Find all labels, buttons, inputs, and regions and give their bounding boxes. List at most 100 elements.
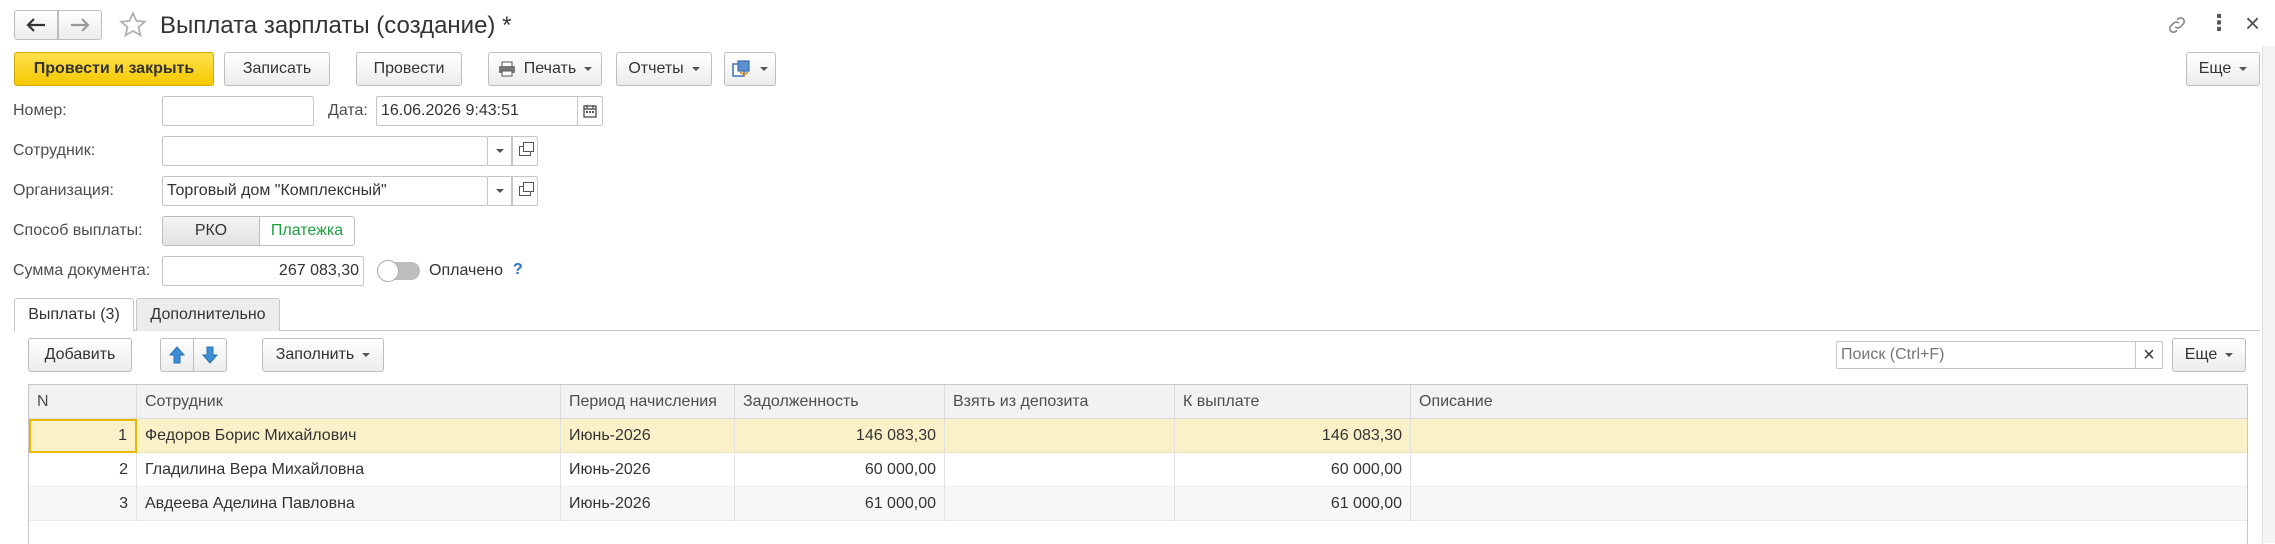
cell-payout[interactable]: 60 000,00 — [1175, 453, 1411, 487]
search-input[interactable] — [1836, 341, 2136, 369]
column-header-debt[interactable]: Задолженность — [735, 385, 945, 419]
column-header-deposit[interactable]: Взять из депозита — [945, 385, 1175, 419]
cell-description[interactable] — [1411, 419, 2249, 453]
forward-button[interactable] — [58, 10, 102, 40]
table-row[interactable]: 2 Гладилина Вера Михайловна Июнь-2026 60… — [29, 453, 2247, 487]
tab-payouts[interactable]: Выплаты (3) — [14, 298, 134, 332]
payouts-table: N Сотрудник Период начисления Задолженно… — [28, 384, 2248, 544]
related-docs-button[interactable] — [724, 52, 776, 86]
cell-description[interactable] — [1411, 453, 2249, 487]
search-clear-button[interactable]: × — [2135, 341, 2163, 369]
table-row[interactable]: 3 Авдеева Аделина Павловна Июнь-2026 61 … — [29, 487, 2247, 521]
arrow-up-icon — [169, 346, 185, 364]
calendar-button[interactable] — [577, 96, 603, 126]
toggle-knob — [377, 260, 399, 282]
calendar-icon — [583, 105, 597, 118]
chevron-down-icon — [2239, 67, 2248, 71]
column-header-n[interactable]: N — [29, 385, 137, 419]
fill-label: Заполнить — [275, 346, 355, 363]
document-sum-label: Сумма документа: — [13, 262, 151, 279]
arrow-right-icon — [71, 18, 90, 32]
fill-button[interactable]: Заполнить — [262, 338, 384, 372]
move-down-button[interactable] — [193, 338, 227, 372]
chevron-down-icon — [495, 149, 504, 153]
chevron-down-icon — [691, 67, 700, 71]
cell-employee[interactable]: Федоров Борис Михайлович — [137, 419, 561, 453]
arrow-left-icon — [26, 18, 45, 32]
cell-deposit[interactable] — [945, 487, 1175, 521]
more-actions-icon[interactable]: ⋮ — [2208, 10, 2230, 36]
reports-label: Отчеты — [628, 60, 684, 77]
column-header-payout[interactable]: К выплате — [1175, 385, 1411, 419]
column-header-period[interactable]: Период начисления — [561, 385, 735, 419]
table-header: N Сотрудник Период начисления Задолженно… — [29, 385, 2247, 419]
move-up-button[interactable] — [160, 338, 194, 372]
cell-period[interactable]: Июнь-2026 — [561, 487, 735, 521]
employee-field[interactable] — [162, 136, 488, 166]
chevron-down-icon — [760, 67, 768, 71]
cell-description[interactable] — [1411, 487, 2249, 521]
table-more-button[interactable]: Еще — [2172, 338, 2246, 372]
number-label: Номер: — [13, 102, 67, 119]
cell-deposit[interactable] — [945, 453, 1175, 487]
cell-debt[interactable]: 60 000,00 — [735, 453, 945, 487]
chevron-down-icon — [2225, 353, 2234, 357]
document-sum-field[interactable]: 267 083,30 — [162, 256, 364, 286]
cell-debt[interactable]: 146 083,30 — [735, 419, 945, 453]
printer-icon — [498, 61, 515, 77]
cell-period[interactable]: Июнь-2026 — [561, 419, 735, 453]
date-field[interactable]: 16.06.2026 9:43:51 — [376, 96, 578, 126]
organization-label: Организация: — [13, 182, 114, 199]
cell-employee[interactable]: Авдеева Аделина Павловна — [137, 487, 561, 521]
chevron-down-icon — [584, 67, 593, 71]
close-icon[interactable]: × — [2245, 8, 2260, 39]
back-button[interactable] — [14, 10, 58, 40]
post-button[interactable]: Провести — [356, 52, 462, 86]
cell-n[interactable]: 1 — [29, 419, 137, 453]
column-header-employee[interactable]: Сотрудник — [137, 385, 561, 419]
table-row[interactable]: 1 Федоров Борис Михайлович Июнь-2026 146… — [29, 419, 2247, 453]
print-button[interactable]: Печать — [488, 52, 602, 86]
organization-open-button[interactable] — [512, 176, 538, 206]
cell-period[interactable]: Июнь-2026 — [561, 453, 735, 487]
document-structure-icon — [732, 60, 750, 77]
chevron-down-icon — [362, 353, 371, 357]
add-button[interactable]: Добавить — [28, 338, 132, 372]
favorite-star-icon[interactable] — [118, 10, 148, 40]
column-header-description[interactable]: Описание — [1411, 385, 2249, 419]
employee-label: Сотрудник: — [13, 142, 96, 159]
tab-additional[interactable]: Дополнительно — [136, 298, 280, 331]
page-title: Выплата зарплаты (создание) * — [160, 12, 512, 39]
open-form-icon — [519, 182, 534, 196]
print-label: Печать — [523, 60, 577, 77]
vertical-scrollbar[interactable] — [2262, 46, 2275, 543]
cell-n[interactable]: 2 — [29, 453, 137, 487]
more-label: Еще — [2198, 60, 2232, 77]
tabs-baseline — [14, 330, 2260, 331]
number-field[interactable] — [162, 96, 314, 126]
cell-payout[interactable]: 146 083,30 — [1175, 419, 1411, 453]
paid-toggle[interactable] — [377, 260, 420, 282]
organization-field[interactable]: Торговый дом "Комплексный" — [162, 176, 488, 206]
payment-method-rko[interactable]: РКО — [162, 216, 260, 246]
cell-debt[interactable]: 61 000,00 — [735, 487, 945, 521]
clear-icon: × — [2143, 343, 2155, 366]
link-icon[interactable] — [2166, 14, 2188, 36]
reports-button[interactable]: Отчеты — [616, 52, 712, 86]
payment-method-order[interactable]: Платежка — [259, 216, 355, 246]
employee-dropdown-button[interactable] — [488, 136, 512, 166]
cell-n[interactable]: 3 — [29, 487, 137, 521]
payment-method-label: Способ выплаты: — [13, 222, 143, 239]
date-label: Дата: — [328, 102, 368, 119]
cell-payout[interactable]: 61 000,00 — [1175, 487, 1411, 521]
post-and-close-button[interactable]: Провести и закрыть — [14, 52, 214, 86]
more-button[interactable]: Еще — [2186, 52, 2260, 86]
cell-deposit[interactable] — [945, 419, 1175, 453]
save-button[interactable]: Записать — [224, 52, 330, 86]
table-more-label: Еще — [2184, 346, 2218, 363]
employee-open-button[interactable] — [512, 136, 538, 166]
paid-help-icon[interactable]: ? — [513, 261, 523, 279]
open-form-icon — [519, 142, 534, 156]
organization-dropdown-button[interactable] — [488, 176, 512, 206]
cell-employee[interactable]: Гладилина Вера Михайловна — [137, 453, 561, 487]
